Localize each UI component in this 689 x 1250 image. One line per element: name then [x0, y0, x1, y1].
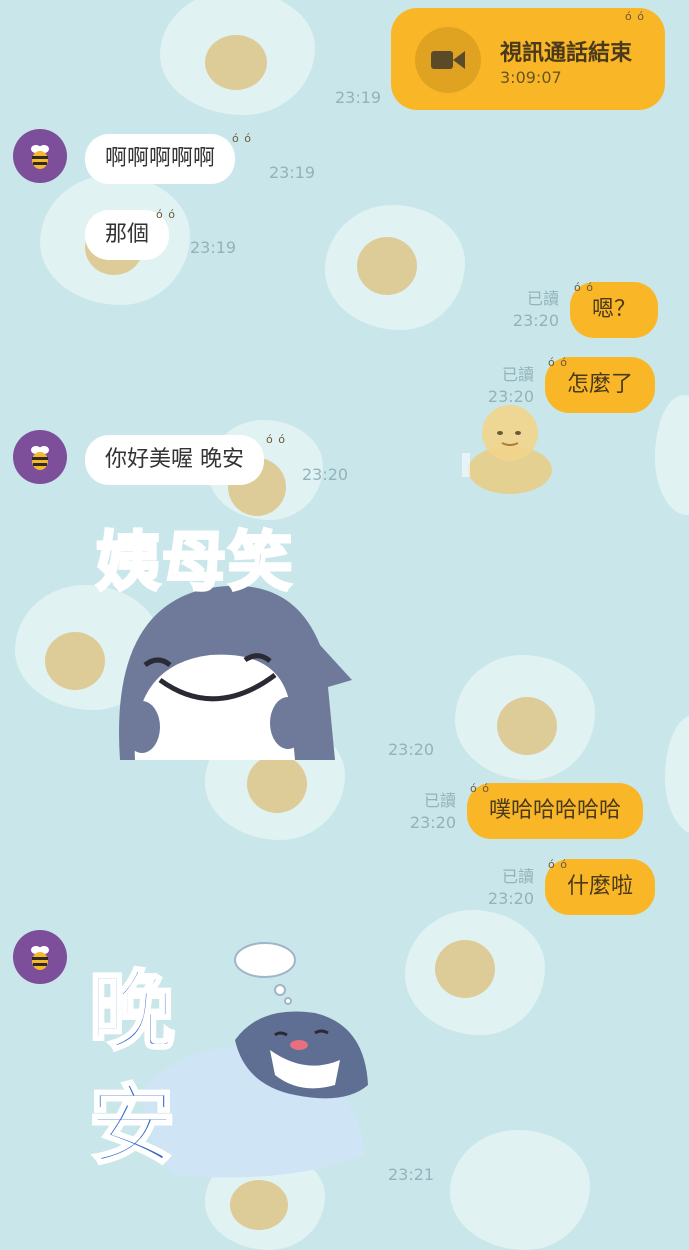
call-time: 23:19 [335, 88, 382, 107]
read-status: 已讀 23:20 [487, 867, 534, 908]
read-status: 已讀 23:20 [409, 791, 456, 832]
message-time: 23:20 [302, 465, 349, 484]
read-status: 已讀 23:20 [512, 289, 559, 330]
message-bubble[interactable]: 啊啊啊啊啊 [85, 134, 236, 184]
message-text: 嗯？ [592, 297, 637, 322]
call-duration: 3:09:07 [500, 68, 562, 87]
avatar[interactable] [13, 430, 67, 484]
call-title: 視訊通話結束 [500, 41, 633, 66]
sticker-caption: 姨母笑 [95, 525, 294, 602]
sticker-caption-1: 晚 [88, 961, 177, 1064]
sticker-good-night[interactable]: 晚 安 [85, 935, 385, 1185]
message-text: 怎麼了 [567, 372, 634, 397]
avatar[interactable] [13, 129, 67, 183]
video-camera-icon [415, 27, 481, 93]
video-call-ended-card[interactable]: 視訊通話結束 3:09:07 ó ó [391, 8, 665, 110]
message-time: 23:19 [190, 238, 237, 257]
read-status: 已讀 23:20 [487, 365, 534, 406]
message-time: 23:20 [388, 740, 435, 759]
bee-icon [31, 145, 49, 169]
message-bubble[interactable]: 你好美喔 晚安 [85, 435, 264, 485]
message-text: 什麼啦 [567, 874, 634, 899]
message-time: 23:21 [388, 1165, 435, 1184]
message-text: 你好美喔 晚安 [105, 447, 244, 472]
message-text: 那個 [105, 222, 150, 247]
avatar[interactable] [13, 930, 67, 984]
gudetama-illustration [462, 405, 552, 494]
sticker-caption-2: 安 [88, 1075, 177, 1178]
bee-icon [31, 446, 49, 470]
message-time: 23:19 [269, 163, 316, 182]
message-text: 噗哈哈哈哈哈 [489, 798, 622, 823]
message-bubble[interactable]: 噗哈哈哈哈哈 [467, 783, 644, 839]
bee-icon [31, 946, 49, 970]
message-text: 啊啊啊啊啊 [105, 146, 216, 171]
sticker-shark-smile[interactable]: 姨母笑 [90, 505, 370, 760]
